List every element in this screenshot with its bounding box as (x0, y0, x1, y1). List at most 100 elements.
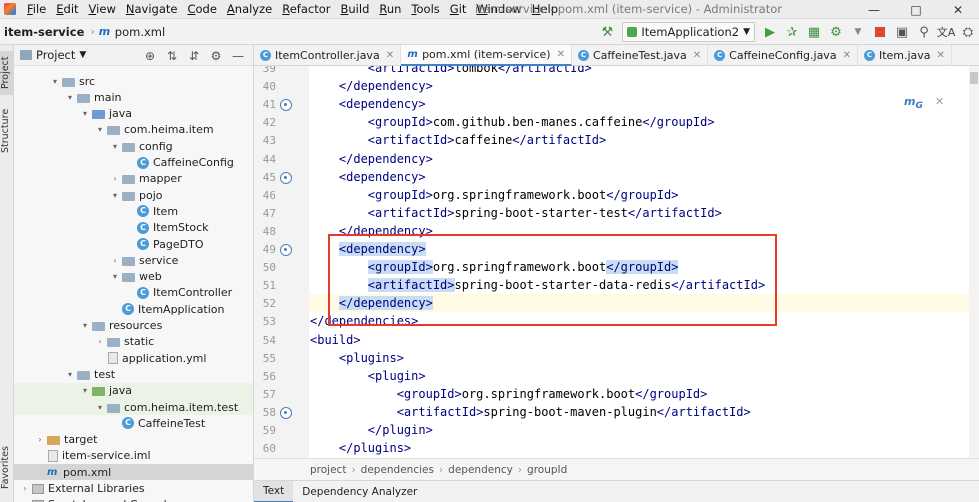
breadcrumb-item[interactable]: dependencies (361, 464, 434, 476)
locate-icon[interactable]: ⊕ (139, 49, 161, 63)
menu-file[interactable]: File (22, 0, 51, 19)
dependency-gutter-icon[interactable] (280, 244, 292, 256)
bottom-tab[interactable]: Dependency Analyzer (293, 481, 426, 502)
menu-analyze[interactable]: Analyze (222, 0, 277, 19)
chevron-down-icon[interactable]: ▾ (65, 370, 75, 379)
strip-tab-favorites[interactable]: Favorites (0, 443, 14, 493)
dependency-gutter-icon[interactable] (280, 171, 292, 184)
translate-icon[interactable]: 文A (935, 21, 957, 43)
breadcrumb-item[interactable]: project (310, 464, 346, 476)
tree-item[interactable]: ▾ pojo (14, 187, 253, 203)
menu-edit[interactable]: Edit (51, 0, 83, 19)
menu-navigate[interactable]: Navigate (121, 0, 183, 19)
tree-item[interactable]: C Item (14, 203, 253, 219)
strip-tab-structure[interactable]: Structure (0, 105, 14, 157)
breadcrumb-item[interactable]: groupId (527, 464, 567, 476)
close-icon[interactable]: ✕ (937, 0, 979, 19)
project-panel-title[interactable]: Project (36, 48, 75, 62)
more-run-icon[interactable]: ▼ (847, 21, 869, 43)
tree-item[interactable]: ▾ test (14, 366, 253, 382)
maven-reload-icon[interactable]: mG ✕ (904, 95, 944, 111)
chevron-down-icon[interactable]: ▾ (80, 386, 90, 395)
scrollbar-thumb[interactable] (970, 72, 978, 84)
close-tab-icon[interactable]: ✕ (557, 49, 565, 60)
chevron-down-icon[interactable]: ▾ (80, 109, 90, 118)
chevron-down-icon[interactable]: ▾ (110, 272, 120, 281)
tree-item[interactable]: m pom.xml (14, 464, 253, 481)
close-tab-icon[interactable]: ✕ (937, 50, 945, 61)
debug-icon[interactable]: ✰ (781, 21, 803, 43)
chevron-down-icon[interactable]: ▾ (110, 191, 120, 200)
menu-tools[interactable]: Tools (406, 0, 444, 19)
collapse-all-icon[interactable]: ⇵ (183, 49, 205, 63)
profile-icon[interactable]: ⚙ (825, 21, 847, 43)
run-configuration-select[interactable]: ItemApplication2 ▼ (622, 22, 755, 42)
menu-build[interactable]: Build (336, 0, 375, 19)
close-tab-icon[interactable]: ✕ (693, 50, 701, 61)
editor-tab[interactable]: C CaffeineConfig.java ✕ (708, 45, 858, 66)
nav-file[interactable]: pom.xml (115, 25, 165, 39)
tree-item[interactable]: › mapper (14, 171, 253, 187)
editor-tab[interactable]: C Item.java ✕ (858, 45, 952, 66)
settings-icon[interactable]: ⛭ (957, 21, 979, 43)
tree-item[interactable]: ▾ java (14, 106, 253, 122)
editor-tab[interactable]: C CaffeineTest.java ✕ (572, 45, 709, 66)
tree-item[interactable]: C CaffeineTest (14, 415, 253, 431)
tree-item[interactable]: ▾ java (14, 382, 253, 399)
menu-code[interactable]: Code (182, 0, 221, 19)
close-tab-icon[interactable]: ✕ (386, 50, 394, 61)
tree-item[interactable]: C ItemStock (14, 220, 253, 236)
stop-icon[interactable] (869, 21, 891, 43)
chevron-down-icon[interactable]: ▾ (95, 403, 105, 412)
chevron-right-icon[interactable]: › (110, 174, 120, 183)
tree-item[interactable]: › static (14, 334, 253, 350)
expand-all-icon[interactable]: ⇅ (161, 49, 183, 63)
tree-item[interactable]: ▾ resources (14, 318, 253, 334)
layout-icon[interactable]: ▣ (891, 21, 913, 43)
tree-item[interactable]: item-service.iml (14, 448, 253, 464)
chevron-down-icon[interactable]: ▾ (50, 77, 60, 86)
strip-tab-project[interactable]: Project (0, 51, 14, 95)
tree-item[interactable]: C PageDTO (14, 236, 253, 252)
menu-view[interactable]: View (84, 0, 121, 19)
breadcrumb-item[interactable]: dependency (448, 464, 513, 476)
tree-item[interactable]: › External Libraries (14, 481, 253, 497)
close-tab-icon[interactable]: ✕ (843, 50, 851, 61)
chevron-down-icon[interactable]: ▾ (65, 93, 75, 102)
chevron-down-icon[interactable]: ▾ (95, 125, 105, 134)
dependency-gutter-icon[interactable] (280, 406, 292, 419)
chevron-right-icon[interactable]: › (20, 484, 30, 493)
code-editor[interactable]: 39 40 41 42 43 44 45 46 47 48 49 50 51 52 53 54 55 56 57 58… (254, 66, 979, 458)
editor-tab[interactable]: C ItemController.java ✕ (254, 45, 402, 66)
chevron-down-icon[interactable]: ▾ (110, 142, 120, 151)
maximize-icon[interactable]: □ (895, 0, 937, 19)
tree-item[interactable]: C CaffeineConfig (14, 155, 253, 171)
editor-tab[interactable]: m pom.xml (item-service) ✕ (401, 45, 572, 66)
dependency-gutter-icon[interactable] (280, 99, 292, 112)
chevron-right-icon[interactable]: › (110, 256, 120, 265)
tree-item[interactable]: ▾ com.heima.item (14, 122, 253, 138)
menu-run[interactable]: Run (374, 0, 406, 19)
chevron-down-icon[interactable]: ▼ (79, 50, 86, 60)
coverage-icon[interactable]: ▦ (803, 21, 825, 43)
chevron-right-icon[interactable]: › (35, 435, 45, 444)
bottom-tab[interactable]: Text (254, 480, 294, 502)
tree-item[interactable]: ▾ src (14, 73, 253, 89)
menu-refactor[interactable]: Refactor (277, 0, 335, 19)
tree-item[interactable]: C ItemController (14, 285, 253, 301)
build-hammer-icon[interactable]: ⚒ (596, 21, 618, 43)
minimize-icon[interactable]: — (853, 0, 895, 19)
menu-git[interactable]: Git (445, 0, 472, 19)
nav-project[interactable]: item-service (4, 25, 84, 39)
tree-item[interactable]: ▾ main (14, 89, 253, 105)
hide-icon[interactable]: — (227, 49, 249, 63)
tree-item[interactable]: › service (14, 252, 253, 268)
tree-item[interactable]: ▾ web (14, 269, 253, 285)
search-icon[interactable]: ⚲ (913, 21, 935, 43)
tree-item[interactable]: C ItemApplication (14, 301, 253, 317)
run-icon[interactable]: ▶ (759, 21, 781, 43)
tree-item[interactable]: application.yml (14, 350, 253, 366)
vertical-scrollbar[interactable] (969, 66, 979, 458)
gear-icon[interactable]: ⚙ (205, 49, 227, 63)
tree-item[interactable]: › target (14, 432, 253, 448)
